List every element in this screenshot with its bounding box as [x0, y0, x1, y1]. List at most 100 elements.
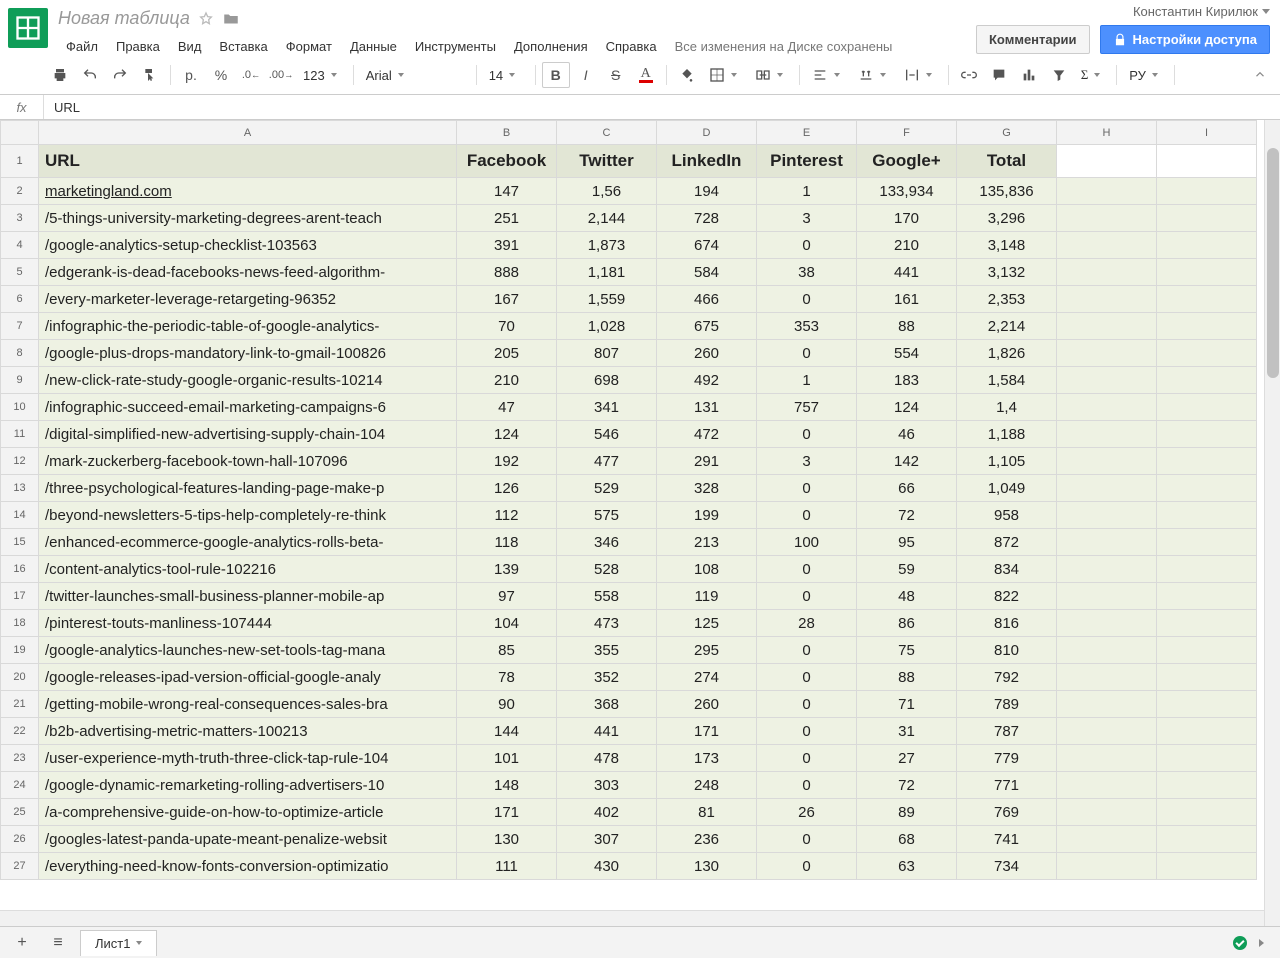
data-cell[interactable]: 3,132 — [957, 259, 1057, 286]
data-cell[interactable]: 575 — [557, 502, 657, 529]
merge-cells-button[interactable] — [749, 62, 793, 88]
header-cell[interactable]: LinkedIn — [657, 145, 757, 178]
data-cell[interactable]: 31 — [857, 718, 957, 745]
data-cell[interactable]: 78 — [457, 664, 557, 691]
data-cell[interactable]: 3 — [757, 448, 857, 475]
data-cell[interactable]: 1,028 — [557, 313, 657, 340]
increase-decimal[interactable]: .00→ — [267, 62, 295, 88]
data-cell[interactable]: 72 — [857, 772, 957, 799]
data-cell[interactable]: 492 — [657, 367, 757, 394]
data-cell[interactable]: 1 — [757, 367, 857, 394]
row-header[interactable]: 18 — [1, 610, 39, 637]
data-cell[interactable]: 1,559 — [557, 286, 657, 313]
data-cell[interactable]: 391 — [457, 232, 557, 259]
row-header[interactable]: 14 — [1, 502, 39, 529]
data-cell[interactable]: 295 — [657, 637, 757, 664]
url-cell[interactable]: /new-click-rate-study-google-organic-res… — [39, 367, 457, 394]
data-cell[interactable]: 546 — [557, 421, 657, 448]
url-cell[interactable]: /google-analytics-setup-checklist-103563 — [39, 232, 457, 259]
data-cell[interactable]: 477 — [557, 448, 657, 475]
font-size[interactable]: 14 — [483, 62, 529, 88]
data-cell[interactable]: 1,584 — [957, 367, 1057, 394]
data-cell[interactable]: 71 — [857, 691, 957, 718]
data-cell[interactable]: 0 — [757, 637, 857, 664]
row-header[interactable]: 12 — [1, 448, 39, 475]
row-header[interactable]: 24 — [1, 772, 39, 799]
data-cell[interactable]: 183 — [857, 367, 957, 394]
insert-comment-icon[interactable] — [985, 62, 1013, 88]
data-cell[interactable]: 0 — [757, 718, 857, 745]
data-cell[interactable]: 1,181 — [557, 259, 657, 286]
col-header-F[interactable]: F — [857, 121, 957, 145]
row-header[interactable]: 7 — [1, 313, 39, 340]
vertical-align-button[interactable] — [852, 62, 896, 88]
data-cell[interactable]: 161 — [857, 286, 957, 313]
row-header[interactable]: 17 — [1, 583, 39, 610]
vertical-scrollbar[interactable] — [1264, 120, 1280, 926]
row-header[interactable]: 3 — [1, 205, 39, 232]
data-cell[interactable]: 1,105 — [957, 448, 1057, 475]
header-cell[interactable]: Pinterest — [757, 145, 857, 178]
col-header-H[interactable]: H — [1057, 121, 1157, 145]
data-cell[interactable]: 674 — [657, 232, 757, 259]
data-cell[interactable]: 119 — [657, 583, 757, 610]
data-cell[interactable]: 816 — [957, 610, 1057, 637]
data-cell[interactable]: 192 — [457, 448, 557, 475]
menu-Справка[interactable]: Справка — [598, 35, 665, 58]
text-color-button[interactable]: A — [632, 62, 660, 88]
menu-Формат[interactable]: Формат — [278, 35, 340, 58]
row-header[interactable]: 16 — [1, 556, 39, 583]
data-cell[interactable]: 66 — [857, 475, 957, 502]
data-cell[interactable]: 807 — [557, 340, 657, 367]
more-formats[interactable]: 123 — [297, 62, 347, 88]
data-cell[interactable]: 478 — [557, 745, 657, 772]
row-header[interactable]: 15 — [1, 529, 39, 556]
data-cell[interactable]: 170 — [857, 205, 957, 232]
data-cell[interactable]: 260 — [657, 691, 757, 718]
col-header-C[interactable]: C — [557, 121, 657, 145]
row-header[interactable]: 8 — [1, 340, 39, 367]
share-button[interactable]: Настройки доступа — [1100, 25, 1270, 54]
data-cell[interactable]: 466 — [657, 286, 757, 313]
input-tools-button[interactable]: РУ — [1123, 62, 1168, 88]
data-cell[interactable]: 118 — [457, 529, 557, 556]
data-cell[interactable]: 88 — [857, 313, 957, 340]
data-cell[interactable]: 124 — [857, 394, 957, 421]
url-cell[interactable]: /5-things-university-marketing-degrees-a… — [39, 205, 457, 232]
data-cell[interactable]: 125 — [657, 610, 757, 637]
row-header[interactable]: 20 — [1, 664, 39, 691]
data-cell[interactable]: 205 — [457, 340, 557, 367]
strikethrough-button[interactable]: S — [602, 62, 630, 88]
data-cell[interactable]: 1,56 — [557, 178, 657, 205]
data-cell[interactable]: 210 — [857, 232, 957, 259]
user-name[interactable]: Константин Кирилюк — [976, 4, 1270, 19]
row-header[interactable]: 11 — [1, 421, 39, 448]
data-cell[interactable]: 130 — [657, 853, 757, 880]
url-cell[interactable]: /infographic-the-periodic-table-of-googl… — [39, 313, 457, 340]
fill-color-button[interactable] — [673, 62, 701, 88]
row-header[interactable]: 5 — [1, 259, 39, 286]
url-cell[interactable]: /user-experience-myth-truth-three-click-… — [39, 745, 457, 772]
data-cell[interactable]: 59 — [857, 556, 957, 583]
data-cell[interactable]: 130 — [457, 826, 557, 853]
data-cell[interactable]: 769 — [957, 799, 1057, 826]
data-cell[interactable]: 81 — [657, 799, 757, 826]
data-cell[interactable]: 75 — [857, 637, 957, 664]
undo-icon[interactable] — [76, 62, 104, 88]
data-cell[interactable]: 352 — [557, 664, 657, 691]
data-cell[interactable]: 872 — [957, 529, 1057, 556]
url-cell[interactable]: /enhanced-ecommerce-google-analytics-rol… — [39, 529, 457, 556]
data-cell[interactable]: 101 — [457, 745, 557, 772]
data-cell[interactable]: 291 — [657, 448, 757, 475]
data-cell[interactable]: 1,826 — [957, 340, 1057, 367]
data-cell[interactable]: 0 — [757, 340, 857, 367]
data-cell[interactable]: 89 — [857, 799, 957, 826]
data-cell[interactable]: 108 — [657, 556, 757, 583]
url-cell[interactable]: /getting-mobile-wrong-real-consequences-… — [39, 691, 457, 718]
data-cell[interactable]: 167 — [457, 286, 557, 313]
functions-button[interactable]: Σ — [1075, 62, 1111, 88]
data-cell[interactable]: 771 — [957, 772, 1057, 799]
header-cell[interactable]: Google+ — [857, 145, 957, 178]
row-header[interactable]: 1 — [1, 145, 39, 178]
data-cell[interactable]: 171 — [657, 718, 757, 745]
